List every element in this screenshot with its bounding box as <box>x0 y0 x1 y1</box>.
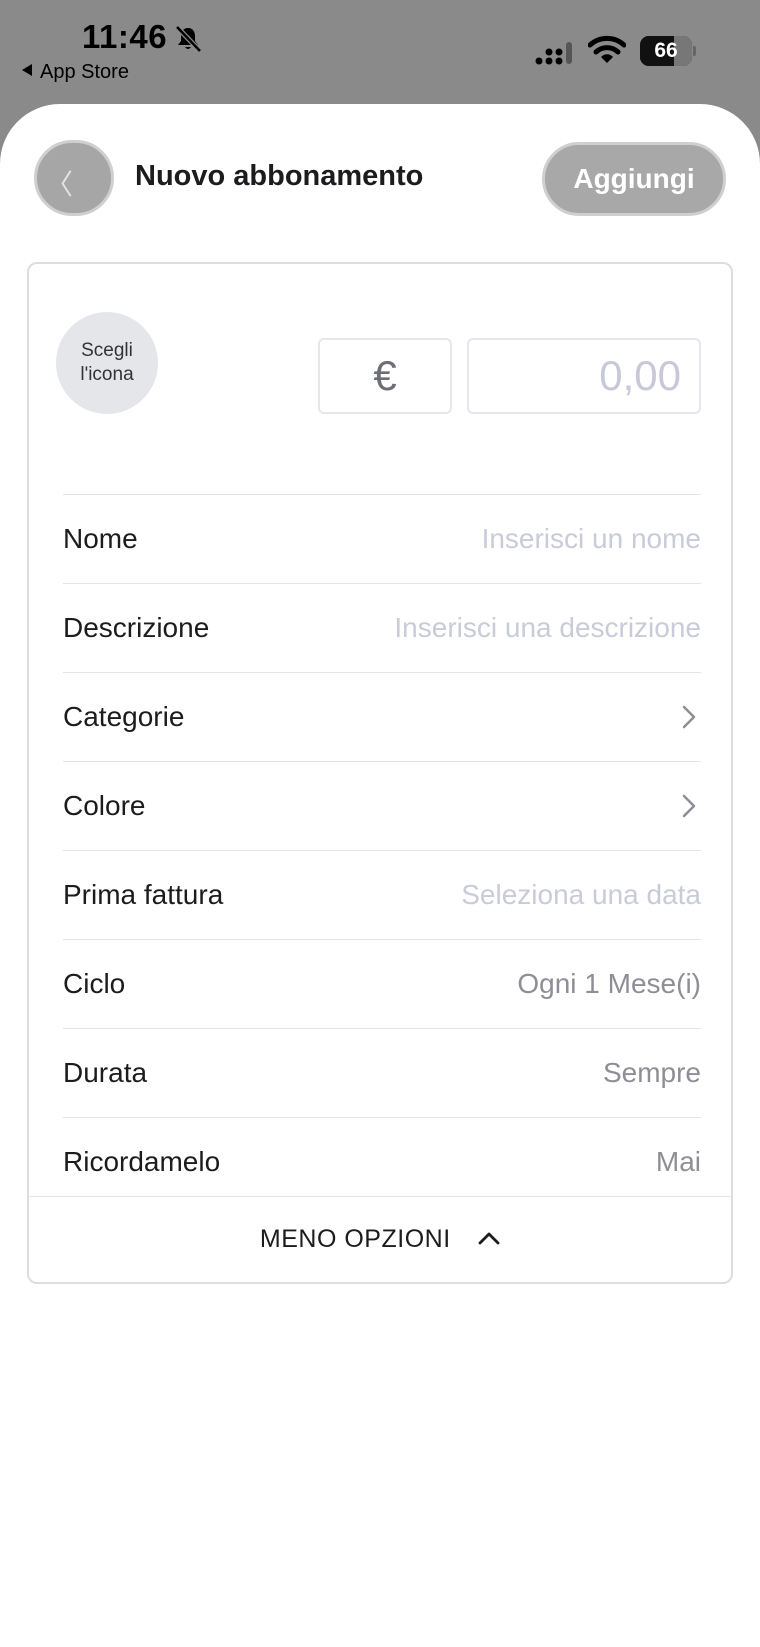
silent-bell-icon <box>175 25 202 53</box>
row-label: Colore <box>63 790 146 821</box>
form-row-descrizione[interactable]: Descrizione Inserisci una descrizione <box>63 583 701 672</box>
chevron-left-icon: 〈 <box>45 168 74 201</box>
form-row-nome[interactable]: Nome Inserisci un nome <box>63 494 701 583</box>
status-bar: 11:46 App Store 66 <box>0 0 760 100</box>
form-row-categorie[interactable]: Categorie <box>63 672 701 761</box>
name-input[interactable]: Inserisci un nome <box>482 495 701 583</box>
duration-value[interactable]: Sempre <box>603 1029 701 1117</box>
form-rows: Nome Inserisci un nome Descrizione Inser… <box>63 494 701 1206</box>
wifi-icon <box>588 35 626 63</box>
row-label: Ciclo <box>63 968 126 999</box>
chevron-right-icon <box>682 794 696 818</box>
form-row-ciclo[interactable]: Ciclo Ogni 1 Mese(i) <box>63 939 701 1028</box>
sheet-header: 〈 Nuovo abbonamento Aggiungi <box>0 104 760 224</box>
subscription-form-card: Scegli l'icona € 0,00 Nome Inserisci un … <box>27 262 733 1284</box>
currency-selector[interactable]: € <box>318 338 452 414</box>
chevron-up-icon <box>478 1232 500 1245</box>
chevron-right-icon <box>682 705 696 729</box>
form-row-ricordamelo[interactable]: Ricordamelo Mai <box>63 1117 701 1206</box>
status-time: 11:46 <box>82 18 168 55</box>
cycle-value[interactable]: Ogni 1 Mese(i) <box>517 940 701 1028</box>
battery-percent: 66 <box>654 39 678 62</box>
row-label: Nome <box>63 523 138 554</box>
row-label: Ricordamelo <box>63 1146 221 1177</box>
less-options-button[interactable]: MENO OPZIONI <box>29 1196 731 1282</box>
form-row-durata[interactable]: Durata Sempre <box>63 1028 701 1117</box>
reminder-value[interactable]: Mai <box>656 1118 701 1206</box>
back-triangle-icon <box>22 64 32 76</box>
row-label: Durata <box>63 1057 148 1088</box>
choose-icon-button[interactable]: Scegli l'icona <box>56 312 158 414</box>
row-label: Prima fattura <box>63 879 224 910</box>
back-button[interactable]: 〈 <box>34 140 114 216</box>
row-label: Descrizione <box>63 612 210 643</box>
page-title: Nuovo abbonamento <box>135 160 424 192</box>
amount-input[interactable]: 0,00 <box>467 338 701 414</box>
back-to-app-store[interactable]: App Store <box>22 61 129 84</box>
less-options-label: MENO OPZIONI <box>259 1225 451 1253</box>
battery-indicator: 66 <box>640 36 696 66</box>
add-button[interactable]: Aggiungi <box>542 142 726 216</box>
description-input[interactable]: Inserisci una descrizione <box>394 584 701 672</box>
back-app-label: App Store <box>40 61 129 83</box>
form-row-prima-fattura[interactable]: Prima fattura Seleziona una data <box>63 850 701 939</box>
row-label: Categorie <box>63 701 185 732</box>
new-subscription-sheet: 〈 Nuovo abbonamento Aggiungi Scegli l'ic… <box>0 104 760 1647</box>
form-row-colore[interactable]: Colore <box>63 761 701 850</box>
first-bill-date-picker[interactable]: Seleziona una data <box>461 851 701 939</box>
cellular-signal-icon <box>535 42 572 65</box>
